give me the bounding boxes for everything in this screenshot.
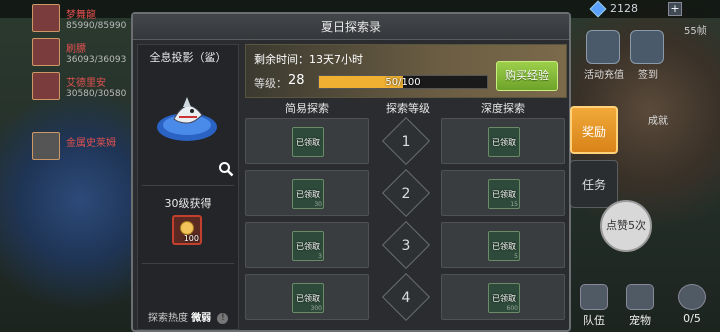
divider xyxy=(142,185,234,186)
add-gems-button[interactable]: + xyxy=(668,2,682,16)
level-number: 2 xyxy=(401,186,411,202)
level-number: 4 xyxy=(401,290,411,306)
team-member[interactable]: 金属史莱姆 xyxy=(32,130,132,166)
heat-label: 探索热度 xyxy=(148,313,188,324)
claimed-reward: 已领取 5 xyxy=(488,231,520,261)
team-member-name: 金属史莱姆 xyxy=(66,138,116,149)
reward-quantity: 100 xyxy=(183,234,199,243)
claimed-label: 已领取 xyxy=(492,138,516,147)
claimed-reward: 已领取 15 xyxy=(488,179,520,209)
deep-reward-cell[interactable]: 已领取 600 xyxy=(441,274,565,320)
shark-hologram-icon xyxy=(157,97,217,141)
team-button-label: 队伍 xyxy=(583,314,605,327)
team-member-hp: 85990/85990 xyxy=(66,21,127,31)
reward-quantity: 3 xyxy=(318,253,322,260)
level-number: 1 xyxy=(401,134,411,150)
claimed-reward: 已领取 600 xyxy=(488,283,520,313)
deep-reward-cell[interactable]: 已领取 15 xyxy=(441,170,565,216)
summer-explore-panel: 夏日探索录 全息投影（鲨） 30级获得 100 探索热度 微弱 ! 剩余时间：1 xyxy=(131,12,571,332)
search-icon[interactable] xyxy=(218,161,234,177)
sign-in-icon[interactable] xyxy=(630,30,664,64)
activity-recharge-icon[interactable] xyxy=(586,30,620,64)
tab-task[interactable]: 任务 xyxy=(570,160,618,208)
xp-progress-bar: 50/100 xyxy=(318,75,488,89)
remaining-time: 剩余时间：13天7小时 xyxy=(254,53,363,66)
column-header-easy: 简易探索 xyxy=(285,102,329,115)
level-reward-item[interactable]: 100 xyxy=(172,215,202,245)
hologram-column: 全息投影（鲨） 30级获得 100 探索热度 微弱 ! xyxy=(137,44,239,330)
deep-reward-cell[interactable]: 已领取 xyxy=(441,118,565,164)
claimed-reward: 已领取 xyxy=(292,127,324,157)
level-label: 等级： xyxy=(254,77,287,90)
gem-icon xyxy=(589,0,607,18)
team-member[interactable]: 艾德里安 30580/30580 xyxy=(32,70,132,106)
explore-header: 剩余时间：13天7小时 等级： 28 50/100 购买经验 xyxy=(245,44,567,98)
avatar xyxy=(678,284,706,310)
claimed-reward: 已领取 xyxy=(488,127,520,157)
member-count-label: 0/5 xyxy=(683,312,701,325)
reward-quantity: 300 xyxy=(310,305,322,312)
achievement-label: 成就 xyxy=(648,116,668,127)
avatar xyxy=(32,132,60,160)
reward-quantity: 15 xyxy=(510,201,518,208)
explore-heat: 探索热度 微弱 ! xyxy=(148,309,229,324)
team-member-name: 刷膘 xyxy=(66,44,86,55)
buy-exp-button[interactable]: 购买经验 xyxy=(496,61,558,91)
info-icon[interactable]: ! xyxy=(217,312,229,324)
column-header-level: 探索等级 xyxy=(386,102,430,115)
level-value: 28 xyxy=(288,73,305,88)
claimed-label: 已领取 xyxy=(492,294,516,303)
claimed-label: 已领取 xyxy=(296,190,320,199)
fps-counter: 55帧 xyxy=(684,26,707,37)
hologram-title: 全息投影（鲨） xyxy=(149,51,227,64)
easy-reward-cell[interactable]: 已领取 xyxy=(245,118,369,164)
claimed-label: 已领取 xyxy=(296,294,320,303)
level-number: 3 xyxy=(401,238,411,254)
heat-value: 微弱 xyxy=(191,313,212,324)
team-button[interactable]: 队伍 xyxy=(576,284,612,330)
sign-in-label: 签到 xyxy=(638,70,658,81)
column-header-deep: 深度探索 xyxy=(481,102,525,115)
avatar xyxy=(32,72,60,100)
claimed-reward: 已领取 300 xyxy=(292,283,324,313)
team-member-hp: 30580/30580 xyxy=(66,89,127,99)
reward-quantity: 5 xyxy=(514,253,518,260)
pet-button-label: 宠物 xyxy=(629,314,651,327)
claimed-label: 已领取 xyxy=(296,138,320,147)
xp-progress-text: 50/100 xyxy=(385,77,421,88)
team-icon xyxy=(580,284,608,310)
deep-reward-cell[interactable]: 已领取 5 xyxy=(441,222,565,268)
reward-title: 30级获得 xyxy=(164,197,212,210)
easy-reward-cell[interactable]: 已领取 300 xyxy=(245,274,369,320)
avatar xyxy=(32,4,60,32)
claimed-reward: 已领取 3 xyxy=(292,231,324,261)
paw-icon xyxy=(626,284,654,310)
easy-reward-cell[interactable]: 已领取 30 xyxy=(245,170,369,216)
panel-title: 夏日探索录 xyxy=(133,14,569,40)
team-member[interactable]: 梦舞龍 85990/85990 xyxy=(32,2,132,38)
claimed-reward: 已领取 30 xyxy=(292,179,324,209)
easy-reward-cell[interactable]: 已领取 3 xyxy=(245,222,369,268)
pet-button[interactable]: 宠物 xyxy=(622,284,658,330)
reward-quantity: 600 xyxy=(506,305,518,312)
claimed-label: 已领取 xyxy=(492,190,516,199)
team-member-hp: 36093/36093 xyxy=(66,55,127,65)
claimed-label: 已领取 xyxy=(492,242,516,251)
team-member-name: 梦舞龍 xyxy=(66,10,96,21)
claimed-label: 已领取 xyxy=(296,242,320,251)
activity-recharge-label: 活动充值 xyxy=(584,70,624,81)
coin-icon xyxy=(180,221,194,235)
team-member[interactable]: 刷膘 36093/36093 xyxy=(32,36,132,72)
member-count: 0/5 xyxy=(672,284,712,330)
tab-reward[interactable]: 奖励 xyxy=(570,106,618,154)
gem-count: 2128 xyxy=(610,2,638,15)
team-member-name: 艾德里安 xyxy=(66,78,106,89)
avatar xyxy=(32,38,60,66)
divider xyxy=(142,263,234,264)
like-button[interactable]: 点赞5次 xyxy=(600,200,652,252)
reward-quantity: 30 xyxy=(314,201,322,208)
